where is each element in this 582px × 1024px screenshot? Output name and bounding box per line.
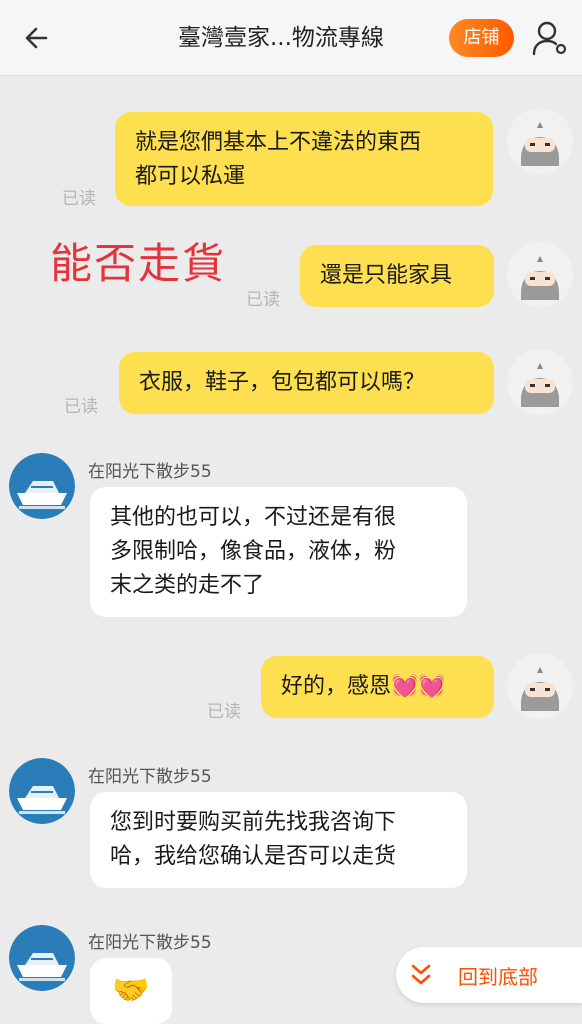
read-receipt: 已读 [207, 702, 241, 722]
ship-logo-icon [9, 453, 75, 519]
message-line: 就是您們基本上不違法的東西 [135, 130, 422, 155]
message-line: 多限制哈，像食品，液体，粉 [110, 539, 397, 564]
seller-avatar[interactable] [9, 758, 75, 824]
message-bubble-sent[interactable]: 好的，感恩💓💓 [261, 656, 494, 718]
annotation-overlay-text: 能否走貨 [50, 239, 227, 288]
chat-header: 臺灣壹家...物流專線 店铺 [0, 0, 582, 76]
sender-name: 在阳光下散步55 [88, 462, 212, 482]
chat-title: 臺灣壹家...物流專線 [178, 25, 384, 51]
message-bubble-sent[interactable]: 衣服，鞋子，包包都可以嗎？ [119, 352, 494, 414]
ship-logo-icon [9, 925, 75, 991]
message-line: 其他的也可以，不过还是有很 [110, 505, 397, 530]
message-bubble-received[interactable]: 其他的也可以，不过还是有很 多限制哈，像食品，液体，粉 末之类的走不了 [90, 487, 467, 617]
my-avatar[interactable] [507, 349, 573, 415]
ninja-avatar-icon [507, 349, 573, 415]
sender-name: 在阳光下散步55 [88, 933, 212, 953]
message-bubble-sent[interactable]: 還是只能家具 [300, 245, 494, 307]
my-avatar[interactable] [507, 653, 573, 719]
message-bubble-sent[interactable]: 就是您們基本上不違法的東西 都可以私運 [115, 112, 493, 206]
my-avatar[interactable] [507, 108, 573, 174]
read-receipt: 已读 [64, 397, 98, 417]
message-line: 末之类的走不了 [110, 573, 265, 598]
ninja-avatar-icon [507, 653, 573, 719]
seller-avatar[interactable] [9, 925, 75, 991]
my-avatar[interactable] [507, 242, 573, 308]
read-receipt: 已读 [62, 189, 96, 209]
shop-button[interactable]: 店铺 [449, 19, 514, 57]
seller-avatar[interactable] [9, 453, 75, 519]
scroll-to-bottom-label: 回到底部 [458, 965, 538, 989]
double-chevron-down-icon [411, 964, 431, 985]
message-line: 都可以私運 [135, 164, 246, 189]
user-settings-icon[interactable] [530, 18, 570, 58]
ship-logo-icon [9, 758, 75, 824]
message-bubble-received[interactable]: 🤝 [90, 958, 172, 1024]
ninja-avatar-icon [507, 108, 573, 174]
message-line: 您到时要购买前先找我咨询下 [110, 810, 397, 835]
read-receipt: 已读 [246, 290, 280, 310]
scroll-to-bottom-button[interactable]: 回到底部 [396, 947, 582, 1003]
sender-name: 在阳光下散步55 [88, 767, 212, 787]
message-bubble-received[interactable]: 您到时要购买前先找我咨询下 哈，我给您确认是否可以走货 [90, 792, 467, 888]
message-line: 哈，我给您确认是否可以走货 [110, 844, 397, 869]
back-arrow-icon[interactable] [20, 20, 56, 56]
ninja-avatar-icon [507, 242, 573, 308]
